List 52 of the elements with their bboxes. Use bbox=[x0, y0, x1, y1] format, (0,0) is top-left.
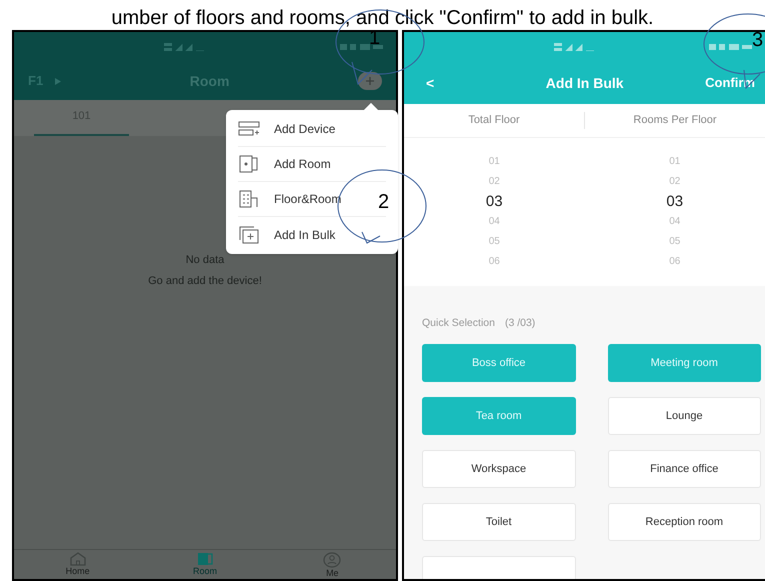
callout-number: 3 bbox=[752, 30, 764, 50]
wheel-option[interactable]: 05 bbox=[488, 232, 500, 252]
wheel-option[interactable]: 05 bbox=[669, 232, 680, 252]
building-icon bbox=[238, 190, 260, 208]
back-button[interactable]: < bbox=[426, 72, 434, 94]
wheel-option[interactable]: 06 bbox=[669, 252, 680, 272]
menu-item[interactable]: Add Room bbox=[238, 147, 386, 182]
number-wheel[interactable]: 01 02 03 04 05 06 bbox=[584, 152, 765, 272]
wheel-option[interactable]: 03 bbox=[486, 192, 503, 212]
battery-icon bbox=[340, 43, 384, 51]
column-header: Rooms Per Floor bbox=[633, 113, 717, 128]
room-option[interactable]: Workspace bbox=[422, 450, 576, 488]
nav-tab[interactable]: Home bbox=[14, 550, 142, 579]
door-icon bbox=[238, 155, 260, 173]
room-option[interactable]: Tea room bbox=[422, 396, 576, 435]
menu-item[interactable]: Add Device bbox=[238, 112, 386, 147]
room-option[interactable]: Lounge bbox=[608, 396, 761, 435]
confirm-button[interactable]: Confirm bbox=[705, 73, 755, 93]
wheel-option[interactable]: 01 bbox=[488, 152, 500, 172]
empty-title: No data bbox=[186, 253, 224, 268]
wheel-option[interactable]: 06 bbox=[488, 252, 500, 272]
user-icon bbox=[323, 552, 342, 568]
wheel-option[interactable]: 04 bbox=[488, 212, 500, 232]
empty-hint: Go and add the device! bbox=[148, 274, 262, 288]
signal-icon bbox=[554, 43, 596, 51]
column-header: Total Floor bbox=[468, 113, 520, 128]
add-button[interactable] bbox=[358, 72, 382, 90]
number-wheel[interactable]: 01 02 03 04 05 06 bbox=[404, 152, 584, 272]
play-icon bbox=[55, 78, 62, 84]
menu-item[interactable]: Add In Bulk bbox=[238, 217, 386, 252]
room-option[interactable]: Meeting room bbox=[608, 344, 761, 382]
nav-tab[interactable]: Room bbox=[141, 550, 269, 579]
stacked-add-icon bbox=[238, 226, 260, 244]
wheel-option[interactable]: 02 bbox=[669, 172, 680, 192]
room-option[interactable]: Reception room bbox=[608, 502, 761, 541]
room-option[interactable]: Toilet bbox=[422, 502, 576, 541]
screen-title: Add In Bulk bbox=[546, 74, 624, 92]
nav-tab[interactable]: Me bbox=[268, 550, 396, 579]
wheel-option[interactable]: 02 bbox=[488, 172, 500, 192]
wheel-option[interactable]: 04 bbox=[669, 212, 680, 232]
room-option[interactable]: Boss office bbox=[422, 344, 576, 382]
plus-icon bbox=[366, 77, 374, 85]
signal-icon bbox=[164, 43, 206, 51]
section-label: Quick Selection bbox=[422, 316, 495, 331]
selection-count: (3 /03) bbox=[504, 316, 536, 331]
wheel-option[interactable]: 03 bbox=[666, 192, 684, 212]
battery-icon bbox=[709, 43, 753, 51]
wheel-option[interactable]: 01 bbox=[669, 152, 680, 172]
home-icon bbox=[68, 552, 87, 566]
device-add-icon bbox=[238, 120, 260, 138]
door-icon bbox=[196, 552, 214, 566]
room-option[interactable]: Finance office bbox=[608, 450, 761, 488]
